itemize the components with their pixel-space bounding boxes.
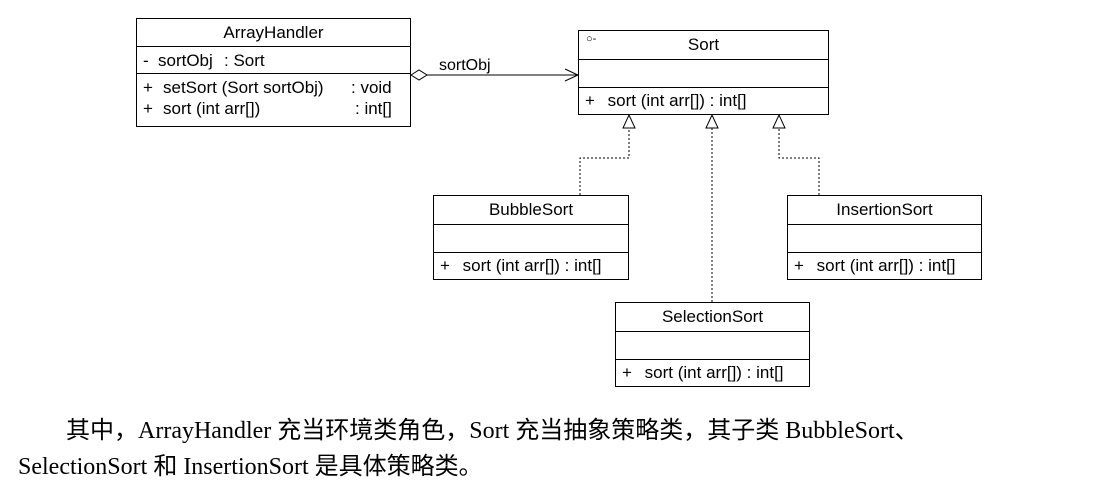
abstract-class-marker: ○-	[586, 33, 597, 45]
attribute-type: : Sort	[224, 51, 265, 70]
operation-signature: sort (int arr[]) : int[]	[816, 256, 956, 275]
realization-arrowhead-bubble	[622, 113, 636, 129]
caption-paragraph: 其中，ArrayHandler 充当环境类角色，Sort 充当抽象策略类，其子类…	[18, 413, 1098, 485]
operation-text: + sort (int arr[]) : int[]	[585, 92, 747, 109]
visibility-public: +	[794, 256, 804, 275]
aggregation-diamond	[410, 69, 428, 81]
class-name: BubbleSort	[434, 196, 628, 225]
class-array-handler[interactable]: ArrayHandler - sortObj : Sort + setSort …	[136, 18, 411, 127]
attributes-section	[434, 225, 628, 253]
attributes-section	[788, 225, 981, 253]
caption-line-2: SelectionSort 和 InsertionSort 是具体策略类。	[18, 454, 483, 480]
operation-return-type: : int[]	[355, 99, 392, 118]
class-selection-sort[interactable]: SelectionSort + sort (int arr[]) : int[]	[615, 302, 810, 387]
operation-row: + sort (int arr[]) : int[]	[616, 360, 809, 386]
operation-return-type: : void	[351, 78, 392, 97]
realization-line-bubble	[579, 128, 630, 195]
class-sort[interactable]: ○- Sort + sort (int arr[]) : int[]	[578, 30, 829, 115]
operation-row: + sort (int arr[]) : int[]	[434, 253, 628, 279]
class-name: ArrayHandler	[137, 19, 410, 47]
visibility-public: +	[143, 99, 153, 118]
operations-section: + setSort (Sort sortObj) : void + sort (…	[137, 74, 410, 122]
class-name: ○- Sort	[579, 31, 828, 60]
operation-signature: sort (int arr[])	[163, 99, 261, 118]
class-insertion-sort[interactable]: InsertionSort + sort (int arr[]) : int[]	[787, 195, 982, 280]
class-name-text: Sort	[687, 35, 720, 54]
attribute-row: - sortObj : Sort	[137, 47, 410, 74]
attributes-section	[616, 332, 809, 360]
operation-row: + sort (int arr[]) : int[]	[788, 253, 981, 279]
operation-text: + sort (int arr[]) : int[]	[794, 257, 956, 274]
caption-line-1: 其中，ArrayHandler 充当环境类角色，Sort 充当抽象策略类，其子类…	[66, 418, 919, 444]
realization-line-insertion	[778, 128, 820, 195]
operation-row: + sort (int arr[]) : int[]	[137, 98, 410, 122]
class-bubble-sort[interactable]: BubbleSort + sort (int arr[]) : int[]	[433, 195, 629, 280]
class-name: InsertionSort	[788, 196, 981, 225]
attributes-section: - sortObj : Sort	[137, 47, 410, 74]
visibility-public: +	[440, 256, 450, 275]
operation-signature: sort (int arr[]) : int[]	[644, 363, 784, 382]
attribute-name: sortObj	[158, 51, 213, 70]
realization-arrowhead-insertion	[772, 113, 786, 129]
operation-row: + sort (int arr[]) : int[]	[579, 88, 828, 114]
operation-signature: setSort (Sort sortObj)	[163, 78, 324, 97]
operation-signature: sort (int arr[]) : int[]	[607, 91, 747, 110]
attributes-section	[579, 60, 828, 88]
visibility-private: -	[143, 51, 149, 70]
association-label: sortObj	[439, 57, 491, 74]
realization-arrowhead-selection	[705, 113, 719, 129]
operation-text: + sort (int arr[]) : int[]	[440, 257, 602, 274]
operation-text: + sort (int arr[]) : int[]	[622, 364, 784, 381]
visibility-public: +	[622, 363, 632, 382]
visibility-public: +	[143, 78, 153, 97]
class-name: SelectionSort	[616, 303, 809, 332]
visibility-public: +	[585, 91, 595, 110]
operation-row: + setSort (Sort sortObj) : void	[137, 74, 410, 98]
operation-signature: sort (int arr[]) : int[]	[462, 256, 602, 275]
